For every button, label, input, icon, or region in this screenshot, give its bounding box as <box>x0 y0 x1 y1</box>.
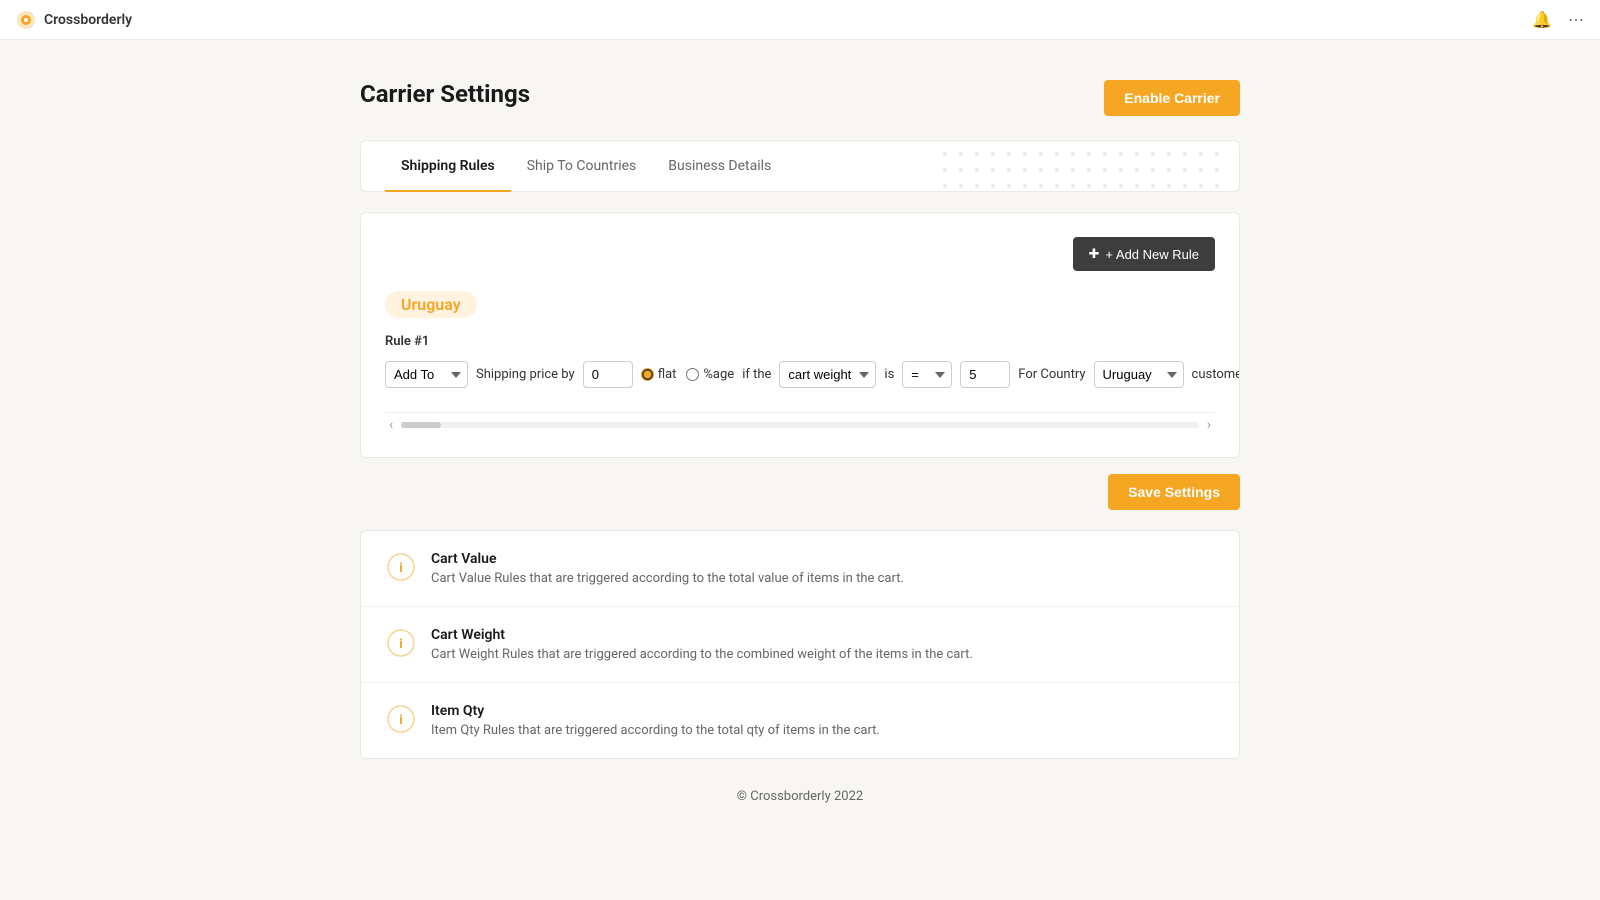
page-title: Carrier Settings <box>360 80 530 108</box>
item-qty-icon: i <box>387 705 415 733</box>
cart-value-item: i Cart Value Cart Value Rules that are t… <box>361 531 1239 607</box>
flat-radio-option[interactable]: flat <box>641 367 677 382</box>
flat-label: flat <box>658 367 677 382</box>
page-header: Carrier Settings Enable Carrier <box>360 80 1240 116</box>
percent-radio-option[interactable]: %age <box>686 367 734 382</box>
brand-logo-icon <box>16 10 36 30</box>
add-new-rule-label: + Add New Rule <box>1105 247 1199 262</box>
bell-icon[interactable]: 🔔 <box>1532 10 1552 29</box>
brand-name: Crossborderly <box>44 12 132 28</box>
dots-pattern: // Generate dots inline document.current… <box>939 141 1227 191</box>
cart-weight-icon: i <box>387 629 415 657</box>
percent-radio[interactable] <box>686 368 699 381</box>
tab-shipping-rules[interactable]: Shipping Rules <box>385 142 511 192</box>
add-new-rule-button[interactable]: ✚ + Add New Rule <box>1073 237 1216 271</box>
main-content: Carrier Settings Enable Carrier Shipping… <box>340 40 1260 864</box>
topbar: Crossborderly 🔔 ⋯ <box>0 0 1600 40</box>
scroll-right-arrow[interactable]: › <box>1203 417 1215 433</box>
topbar-actions: 🔔 ⋯ <box>1532 10 1584 29</box>
condition-select[interactable]: cart weight cart value item qty <box>779 361 876 388</box>
flat-percent-radio-group: flat %age <box>641 367 735 382</box>
scroll-left-arrow[interactable]: ‹ <box>385 417 397 433</box>
tabs-card: Shipping Rules Ship To Countries Busines… <box>360 140 1240 192</box>
save-section: Save Settings <box>360 474 1240 510</box>
cart-value-desc: Cart Value Rules that are triggered acco… <box>431 571 904 586</box>
cart-value-icon: i <box>387 553 415 581</box>
footer-text: © Crossborderly 2022 <box>737 789 863 804</box>
item-qty-item: i Item Qty Item Qty Rules that are trigg… <box>361 683 1239 758</box>
amount-input[interactable] <box>583 361 633 388</box>
for-country-label: For Country <box>1018 367 1085 382</box>
rules-card: ✚ + Add New Rule Uruguay Rule #1 Add To … <box>360 212 1240 458</box>
suffix-label: customer shipping address. <box>1192 367 1240 382</box>
rules-header: ✚ + Add New Rule <box>385 237 1215 271</box>
item-qty-title: Item Qty <box>431 703 880 719</box>
tab-ship-to-countries[interactable]: Ship To Countries <box>511 142 653 192</box>
footer: © Crossborderly 2022 <box>360 759 1240 824</box>
action-select[interactable]: Add To Set To Subtract <box>385 361 468 388</box>
svg-text:i: i <box>399 637 402 652</box>
enable-carrier-button[interactable]: Enable Carrier <box>1104 80 1240 116</box>
country-label: Uruguay <box>385 291 477 318</box>
cart-weight-icon-wrap: i <box>385 627 417 659</box>
tab-dots-decoration: // Generate dots inline document.current… <box>939 141 1239 191</box>
svg-text:i: i <box>399 713 402 728</box>
rule-row: Add To Set To Subtract Shipping price by… <box>385 361 1215 388</box>
item-qty-icon-wrap: i <box>385 703 417 735</box>
more-icon[interactable]: ⋯ <box>1568 10 1584 29</box>
cart-weight-content: Cart Weight Cart Weight Rules that are t… <box>431 627 973 662</box>
horizontal-scrollbar[interactable]: ‹ › <box>385 412 1215 433</box>
percent-label: %age <box>703 367 734 382</box>
plus-icon: ✚ <box>1089 246 1100 262</box>
operator-select[interactable]: = > < >= <= <box>902 361 952 388</box>
rule-number: Rule #1 <box>385 334 1215 349</box>
scroll-track[interactable] <box>401 422 1199 428</box>
if-the-label: if the <box>742 367 771 382</box>
cart-value-content: Cart Value Cart Value Rules that are tri… <box>431 551 904 586</box>
cart-value-icon-wrap: i <box>385 551 417 583</box>
item-qty-content: Item Qty Item Qty Rules that are trigger… <box>431 703 880 738</box>
tabs: Shipping Rules Ship To Countries Busines… <box>385 142 787 191</box>
cart-weight-title: Cart Weight <box>431 627 973 643</box>
threshold-input[interactable] <box>960 361 1010 388</box>
cart-value-title: Cart Value <box>431 551 904 567</box>
country-select[interactable]: Uruguay Argentina Brazil Chile <box>1094 361 1184 388</box>
item-qty-desc: Item Qty Rules that are triggered accord… <box>431 723 880 738</box>
tab-business-details[interactable]: Business Details <box>652 142 787 192</box>
save-settings-button[interactable]: Save Settings <box>1108 474 1240 510</box>
brand: Crossborderly <box>16 10 132 30</box>
info-card: i Cart Value Cart Value Rules that are t… <box>360 530 1240 759</box>
scroll-thumb[interactable] <box>401 422 441 428</box>
shipping-price-label: Shipping price by <box>476 367 575 382</box>
cart-weight-item: i Cart Weight Cart Weight Rules that are… <box>361 607 1239 683</box>
svg-text:i: i <box>399 561 402 576</box>
flat-radio[interactable] <box>641 368 654 381</box>
cart-weight-desc: Cart Weight Rules that are triggered acc… <box>431 647 973 662</box>
is-label: is <box>884 367 894 382</box>
